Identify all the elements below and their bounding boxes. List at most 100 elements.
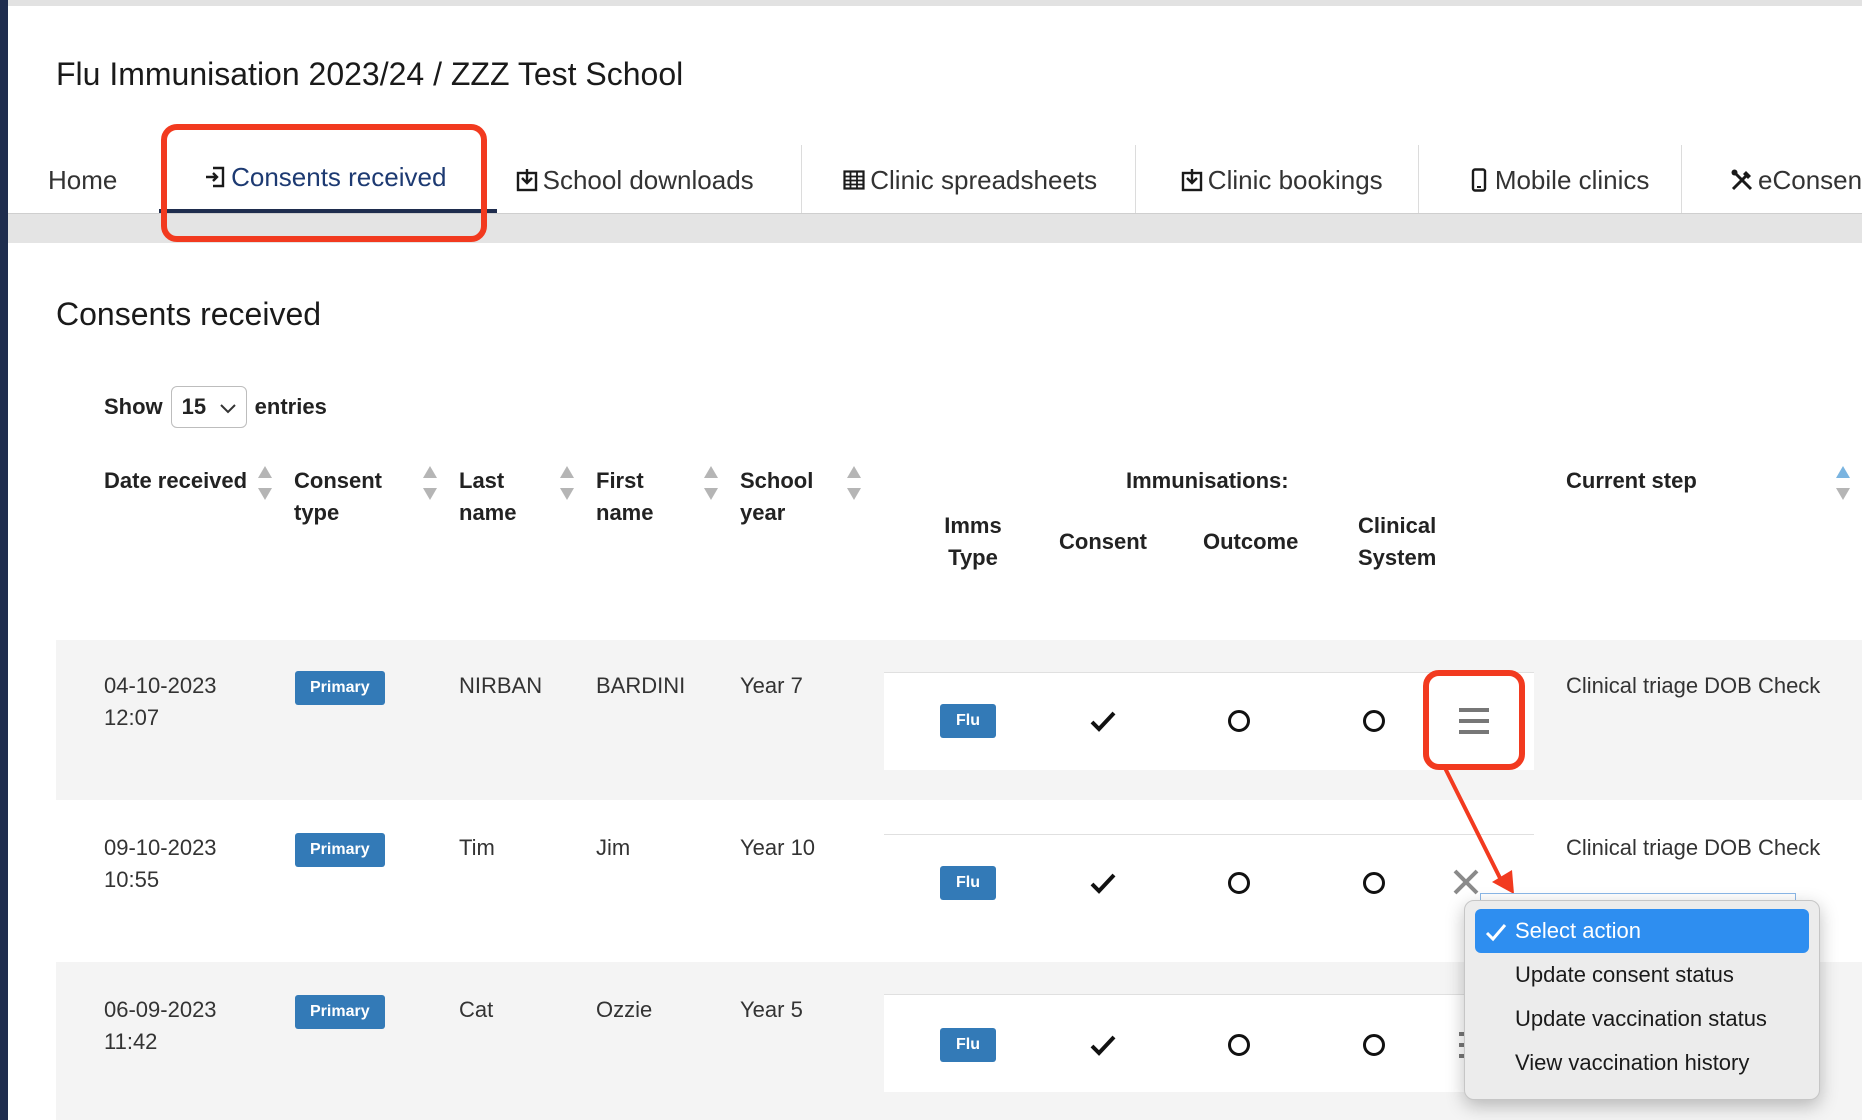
last-name: Tim [459,835,495,860]
option-select-action[interactable]: Select action [1475,909,1809,953]
download-icon [515,167,539,193]
option-view-vaccination-history[interactable]: View vaccination history [1475,1041,1809,1085]
date-received: 04-10-2023 12:07 [104,670,217,734]
check-icon [1089,1031,1117,1059]
header-label: Type [948,545,998,570]
entries-value: 15 [181,394,207,419]
sort-icon[interactable] [560,466,574,500]
school-year: Year 5 [740,997,803,1022]
header-label: Date received [104,468,248,493]
time-value: 11:42 [104,1029,158,1054]
tab-label: eConsen [1758,164,1862,195]
circle-outline-icon [1363,1034,1385,1056]
header-consent: Consent [1059,529,1147,554]
table-icon [842,167,866,193]
option-update-consent-status[interactable]: Update consent status [1475,953,1809,997]
page-title: Flu Immunisation 2023/24 / ZZZ Test Scho… [56,56,684,92]
date-received: 09-10-2023 10:55 [104,832,217,896]
sort-icon[interactable] [423,466,437,500]
current-step: Clinical triage DOB Check [1566,835,1821,860]
sort-icon[interactable] [847,466,861,500]
header-date-received[interactable]: Date received [104,465,247,497]
circle-outline-icon [1228,872,1250,894]
tab-label: Home [48,164,118,195]
section-title: Consents received [56,296,322,332]
header-last-name[interactable]: Last name [459,465,516,529]
tools-icon [1730,167,1754,193]
tab-clinic-spreadsheets[interactable]: Clinic spreadsheets [802,145,1136,215]
entries-label: entries [254,394,327,419]
length-menu: Show 15 entries [104,386,327,428]
tab-econsent[interactable]: eConsen [1682,145,1862,215]
header-label: School [740,468,814,493]
current-step: Clinical triage DOB Check [1566,673,1821,698]
header-consent-type[interactable]: Consent type [294,465,382,529]
sort-icon[interactable] [704,466,718,500]
header-label: Consent [294,468,382,493]
imms-type-badge: Flu [940,1028,996,1062]
option-label: View vaccination history [1515,1050,1750,1075]
school-year: Year 7 [740,673,803,698]
annotation-arrow [1442,765,1514,894]
school-year: Year 10 [740,835,816,860]
mobile-icon [1467,167,1491,193]
annotation-highlight-tab [161,124,487,242]
option-label: Update consent status [1515,962,1734,987]
first-name: BARDINI [596,673,686,698]
consent-type-badge: Primary [295,833,385,867]
chevron-down-icon [219,394,236,420]
last-name: Cat [459,997,494,1022]
header-clinical-system: Clinical System [1358,510,1436,574]
option-label: Select action [1515,918,1641,943]
entries-select[interactable]: 15 [170,386,247,428]
header-current-step[interactable]: Current step [1566,465,1697,497]
sort-icon[interactable] [1836,466,1850,500]
header-label: Imms [944,513,1002,538]
header-label: name [596,500,654,525]
show-label: Show [104,394,163,419]
date-value: 06-09-2023 [104,997,217,1022]
tab-home[interactable]: Home [8,145,159,215]
circle-outline-icon [1228,710,1250,732]
left-accent-bar [0,0,8,1120]
consent-type-badge: Primary [295,671,385,705]
first-name: Ozzie [596,997,653,1022]
header-label: type [294,500,340,525]
tab-label: Clinic spreadsheets [870,164,1098,195]
header-label: First [596,468,644,493]
header-label: Clinical [1358,513,1437,538]
option-update-vaccination-status[interactable]: Update vaccination status [1475,997,1809,1041]
check-icon [1089,707,1117,735]
check-icon [1089,869,1117,897]
tab-school-downloads[interactable]: School downloads [497,145,803,215]
header-first-name[interactable]: First name [596,465,653,529]
imms-type-badge: Flu [940,866,996,900]
header-imms-type: Imms Type [944,510,1002,574]
header-immunisations: Immunisations: [1126,468,1289,493]
consent-type-badge: Primary [295,995,385,1029]
header-label: name [459,500,517,525]
first-name: Jim [596,835,631,860]
last-name: NIRBAN [459,673,543,698]
circle-outline-icon [1363,872,1385,894]
header-label: System [1358,545,1437,570]
action-dropdown: Select action Update consent status Upda… [1464,900,1820,1100]
option-label: Update vaccination status [1515,1006,1767,1031]
time-value: 10:55 [104,867,160,892]
sort-icon[interactable] [258,466,272,500]
top-rule [0,0,1862,6]
header-school-year[interactable]: School year [740,465,813,529]
tab-mobile-clinics[interactable]: Mobile clinics [1419,145,1683,215]
header-label: year [740,500,786,525]
tab-clinic-bookings[interactable]: Clinic bookings [1136,145,1419,215]
tab-label: Clinic bookings [1207,164,1383,195]
circle-outline-icon [1363,710,1385,732]
download-icon [1180,167,1204,193]
header-outcome: Outcome [1203,529,1299,554]
date-received: 06-09-2023 11:42 [104,994,217,1058]
annotation-highlight-menu [1423,670,1525,770]
time-value: 12:07 [104,705,160,730]
check-icon [1485,909,1507,953]
tab-label: School downloads [542,164,754,195]
header-label: Last [459,468,505,493]
